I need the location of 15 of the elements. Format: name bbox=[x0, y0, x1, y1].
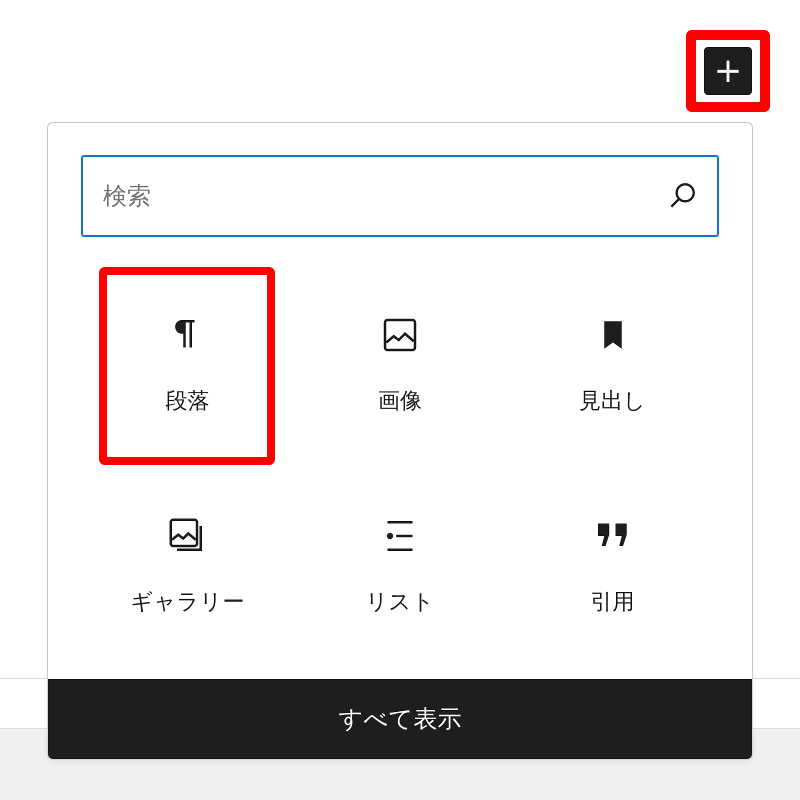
block-option[interactable]: 段落 bbox=[99, 267, 276, 465]
block-label: ギャラリー bbox=[130, 588, 244, 616]
block-option[interactable]: 見出し bbox=[524, 267, 701, 465]
block-label: 引用 bbox=[590, 588, 635, 616]
block-option[interactable]: ギャラリー bbox=[99, 479, 276, 655]
block-label: 見出し bbox=[579, 388, 646, 416]
browse-all-button[interactable]: すべて表示 bbox=[48, 679, 752, 759]
block-option[interactable]: 引用 bbox=[524, 479, 701, 655]
block-label: リスト bbox=[365, 588, 434, 616]
block-option[interactable]: リスト bbox=[312, 479, 488, 655]
add-block-button[interactable]: + bbox=[704, 47, 752, 95]
block-label: 画像 bbox=[378, 388, 422, 416]
search-field[interactable]: 検索 bbox=[81, 155, 719, 237]
block-option[interactable]: 画像 bbox=[312, 267, 488, 465]
block-label: 段落 bbox=[165, 388, 210, 416]
